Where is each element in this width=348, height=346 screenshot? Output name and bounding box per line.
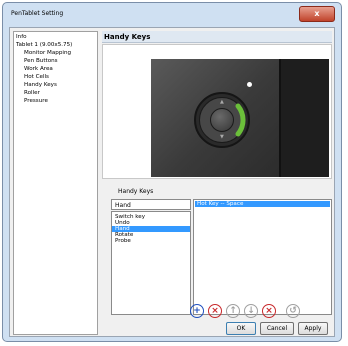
tree-item-pen-buttons[interactable]: Pen Buttons — [24, 58, 58, 65]
dial-up-arrow-icon: ▲ — [220, 99, 224, 105]
handy-keys-group-label: Handy Keys — [118, 188, 154, 195]
tree-item-work-area[interactable]: Work Area — [24, 66, 53, 73]
move-up-icon[interactable]: ↑ — [226, 304, 240, 318]
close-icon: x — [314, 9, 320, 18]
status-led — [247, 82, 252, 87]
dial-down-arrow-icon: ▼ — [220, 134, 224, 140]
cancel-button[interactable]: Cancel — [260, 322, 294, 335]
move-down-icon[interactable]: ↓ — [244, 304, 258, 318]
tree-item-roller[interactable]: Roller — [24, 90, 40, 97]
dialog-client: Info Tablet 1 (9.00x5.75) Monitor Mappin… — [9, 27, 335, 337]
tablet-device-side — [279, 59, 329, 177]
clear-icon[interactable]: × — [262, 304, 276, 318]
list-item-probe[interactable]: Probe — [112, 238, 190, 244]
tree-item-monitor-mapping[interactable]: Monitor Mapping — [24, 50, 71, 57]
tree-item-info[interactable]: Info — [16, 34, 27, 41]
handy-key-combo[interactable]: Hand — [111, 199, 191, 210]
settings-tree: Info Tablet 1 (9.00x5.75) Monitor Mappin… — [13, 31, 98, 335]
title-bar: PenTablet Setting x — [3, 3, 341, 25]
delete-icon[interactable]: × — [208, 304, 222, 318]
apply-button[interactable]: Apply — [298, 322, 328, 335]
reset-icon[interactable]: ↺ — [286, 304, 300, 318]
close-button[interactable]: x — [299, 6, 335, 22]
handy-key-listbox[interactable]: Switch key Undo Hand Rotate Probe — [111, 211, 191, 315]
panel-header: Handy Keys — [102, 31, 332, 43]
handy-key-combo-value: Hand — [115, 202, 131, 209]
tablet-device-edge — [279, 59, 281, 177]
ok-button[interactable]: OK — [226, 322, 256, 335]
tree-item-hot-cells[interactable]: Hot Cells — [24, 74, 49, 81]
tree-item-handy-keys[interactable]: Handy Keys — [24, 82, 57, 89]
pentablet-window: PenTablet Setting x Info Tablet 1 (9.00x… — [2, 2, 342, 342]
add-icon[interactable]: + — [190, 304, 204, 318]
panel-title: Handy Keys — [104, 33, 151, 41]
window-title: PenTablet Setting — [11, 10, 64, 17]
tree-item-tablet[interactable]: Tablet 1 (9.00x5.75) — [16, 42, 72, 49]
assigned-keys-list[interactable]: Hot Key -- Space — [193, 199, 332, 315]
dial-center-button[interactable] — [210, 108, 234, 132]
assigned-key-item[interactable]: Hot Key -- Space — [195, 201, 330, 207]
device-preview: ▲ ▼ — [102, 44, 332, 179]
tree-item-pressure[interactable]: Pressure — [24, 98, 48, 105]
